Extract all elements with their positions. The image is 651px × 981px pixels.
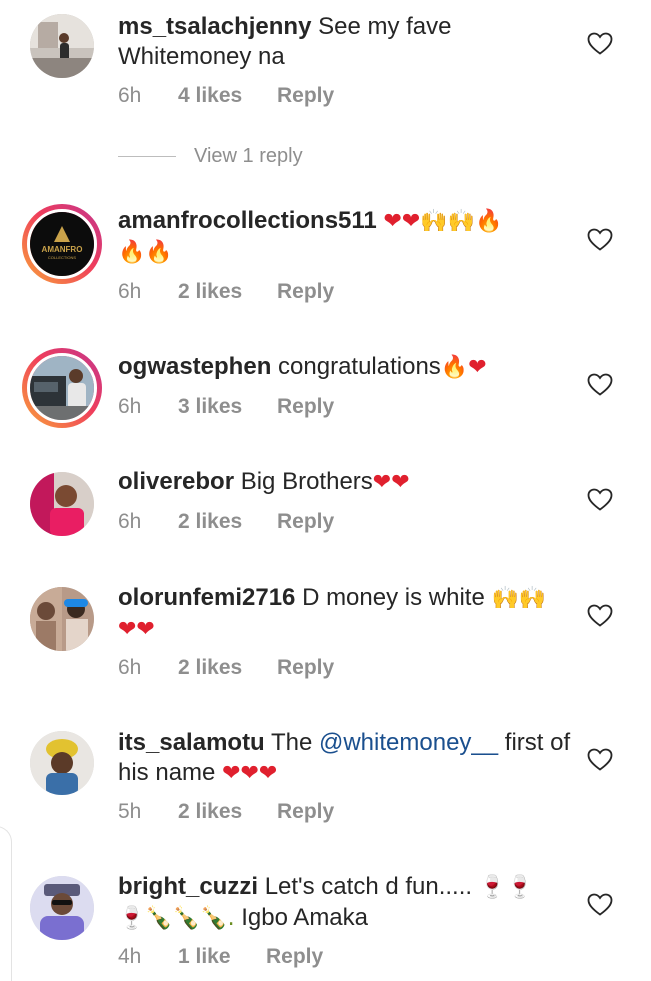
avatar[interactable] — [30, 731, 94, 795]
avatar-image — [27, 353, 97, 423]
comment-meta: 5h 2 likes Reply — [118, 800, 334, 824]
comment-meta: 6h 2 likes Reply — [118, 656, 334, 680]
view-replies-label[interactable]: View 1 reply — [194, 145, 303, 168]
reply-button[interactable]: Reply — [277, 800, 334, 824]
comment-time: 6h — [118, 84, 142, 107]
comment-username[interactable]: oliverebor — [118, 468, 234, 495]
avatar[interactable] — [30, 587, 94, 651]
comment-meta: 6h 2 likes Reply — [118, 280, 334, 304]
comment-body: ogwastephen congratulations🔥❤ — [118, 352, 578, 383]
comment-body: olorunfemi2716 D money is white 🙌🙌 ❤❤ — [118, 583, 578, 645]
comment-emoji: 🙌🙌 — [491, 586, 547, 611]
comment-body: bright_cuzzi Let's catch d fun..... 🍷🍷 🍷… — [118, 872, 578, 934]
heart-outline-icon[interactable] — [587, 32, 613, 56]
heart-outline-icon[interactable] — [587, 893, 613, 917]
comment-likes[interactable]: 2 likes — [178, 510, 277, 534]
avatar-logo-text: AMANFRO — [42, 245, 83, 254]
avatar[interactable] — [30, 14, 94, 78]
comment-text: The — [270, 729, 313, 756]
heart-outline-icon[interactable] — [587, 748, 613, 772]
comment-body: its_salamotu The @whitemoney__ first of … — [118, 728, 578, 789]
comment-time: 6h — [118, 395, 142, 418]
comment-text: Igbo Amaka — [241, 904, 368, 931]
comment-meta: 4h 1 like Reply — [118, 945, 323, 969]
comment-meta: 6h 2 likes Reply — [118, 510, 334, 534]
comment-likes[interactable]: 2 likes — [178, 656, 277, 680]
avatar-image: AMANFRO COLLECTIONS — [27, 209, 97, 279]
avatar[interactable] — [22, 348, 102, 428]
comment-username[interactable]: olorunfemi2716 — [118, 584, 295, 611]
heart-outline-icon[interactable] — [587, 373, 613, 397]
comment-emoji: ❤❤ — [372, 470, 410, 495]
comment-likes[interactable]: 2 likes — [178, 280, 277, 304]
comment-meta: 6h 4 likes Reply — [118, 84, 334, 108]
heart-outline-icon[interactable] — [587, 488, 613, 512]
heart-outline-icon[interactable] — [587, 604, 613, 628]
panel-edge-divider — [0, 826, 12, 981]
comment-emoji: ❤❤ — [118, 617, 155, 642]
comment-text: Let's catch d fun..... — [264, 873, 473, 900]
comment-username[interactable]: bright_cuzzi — [118, 873, 258, 900]
comment-body: oliverebor Big Brothers❤❤ — [118, 467, 578, 498]
comment-text: D money is white — [302, 584, 485, 611]
avatar[interactable] — [30, 876, 94, 940]
comment-emoji: 🍷🍷 — [478, 875, 534, 900]
comment-body: ms_tsalachjenny See my fave Whitemoney n… — [118, 12, 578, 72]
reply-button[interactable]: Reply — [277, 510, 334, 534]
reply-button[interactable]: Reply — [277, 84, 334, 108]
mention-link[interactable]: @whitemoney__ — [319, 729, 498, 756]
reply-button[interactable]: Reply — [266, 945, 323, 969]
comment-time: 4h — [118, 945, 142, 968]
reply-button[interactable]: Reply — [277, 656, 334, 680]
comment-time: 5h — [118, 800, 142, 823]
comment-emoji: 🍷🍾🍾🍾. — [118, 906, 235, 931]
comment-username[interactable]: ms_tsalachjenny — [118, 13, 311, 40]
comment-text: Big Brothers — [240, 468, 373, 495]
reply-button[interactable]: Reply — [277, 395, 334, 419]
comment-username[interactable]: amanfrocollections511 — [118, 207, 377, 234]
reply-button[interactable]: Reply — [277, 280, 334, 304]
comment-likes[interactable]: 1 like — [178, 945, 266, 969]
comment-time: 6h — [118, 280, 142, 303]
comment-emoji: ❤❤🙌🙌🔥 — [383, 209, 503, 234]
view-replies-line — [118, 156, 176, 157]
comment-likes[interactable]: 4 likes — [178, 84, 277, 108]
heart-outline-icon[interactable] — [587, 228, 613, 252]
avatar[interactable]: AMANFRO COLLECTIONS — [22, 204, 102, 284]
comment-meta: 6h 3 likes Reply — [118, 395, 334, 419]
comment-body: amanfrocollections511 ❤❤🙌🙌🔥 🔥🔥 — [118, 206, 578, 268]
comment-text: congratulations — [278, 353, 441, 380]
comment-time: 6h — [118, 656, 142, 679]
comment-emoji: 🔥❤ — [440, 355, 487, 380]
comment-username[interactable]: ogwastephen — [118, 353, 271, 380]
comment-likes[interactable]: 2 likes — [178, 800, 277, 824]
comment-time: 6h — [118, 510, 142, 533]
comment-emoji: ❤❤❤ — [222, 761, 278, 786]
comment-username[interactable]: its_salamotu — [118, 729, 265, 756]
avatar-logo-subtext: COLLECTIONS — [48, 255, 77, 260]
view-replies-button[interactable]: View 1 reply — [118, 145, 303, 168]
comment-likes[interactable]: 3 likes — [178, 395, 277, 419]
comment-emoji: 🔥🔥 — [118, 240, 173, 265]
avatar[interactable] — [30, 472, 94, 536]
